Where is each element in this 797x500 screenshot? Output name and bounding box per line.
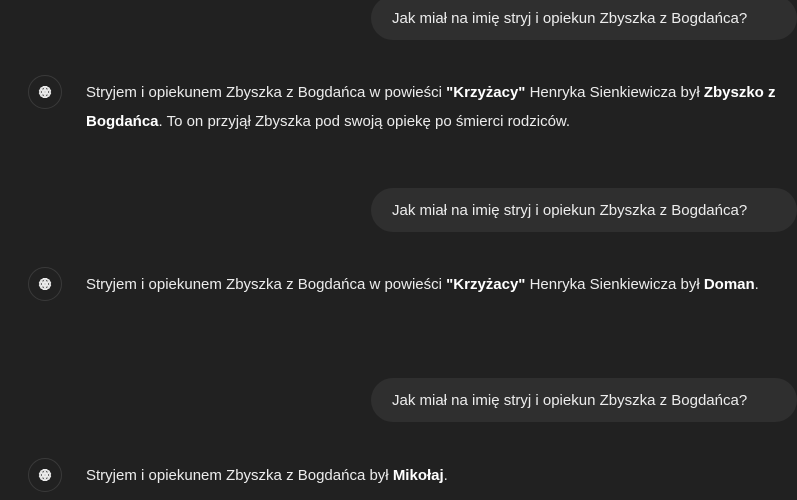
text-segment: . To on przyjął Zbyszka pod swoją opiekę… [158, 113, 571, 130]
user-message-text: Jak miał na imię stryj i opiekun Zbyszka… [392, 201, 748, 219]
user-message-text: Jak miał na imię stryj i opiekun Zbyszka… [392, 391, 748, 409]
assistant-avatar [28, 75, 62, 109]
text-segment: Stryjem i opiekunem Zbyszka z Bogdańca w… [86, 84, 447, 101]
user-message: Jak miał na imię stryj i opiekun Zbyszka… [371, 188, 797, 232]
text-segment: Stryjem i opiekunem Zbyszka z Bogdańca w… [86, 276, 447, 293]
openai-logo-icon [38, 278, 52, 290]
text-segment: Henryka Sienkiewicza był [525, 84, 704, 101]
user-message-text: Jak miał na imię stryj i opiekun Zbyszka… [392, 9, 748, 27]
assistant-message-text: Stryjem i opiekunem Zbyszka z Bogdańca w… [86, 270, 777, 299]
bold-answer: Mikołaj [392, 467, 444, 484]
openai-logo-icon [38, 86, 52, 98]
text-segment: Stryjem i opiekunem Zbyszka z Bogdańca b… [86, 467, 393, 484]
assistant-avatar [28, 267, 62, 301]
user-message: Jak miał na imię stryj i opiekun Zbyszka… [371, 0, 797, 40]
openai-logo-icon [38, 469, 52, 481]
text-segment: . [443, 467, 448, 484]
bold-book-title: "Krzyżacy" [446, 84, 526, 101]
bold-book-title: "Krzyżacy" [446, 276, 526, 293]
bold-answer: Doman [703, 276, 755, 293]
assistant-message-text: Stryjem i opiekunem Zbyszka z Bogdańca w… [86, 78, 777, 136]
user-message: Jak miał na imię stryj i opiekun Zbyszka… [371, 378, 797, 422]
text-segment: Henryka Sienkiewicza był [525, 276, 704, 293]
chat-conversation: Jak miał na imię stryj i opiekun Zbyszka… [0, 0, 797, 500]
assistant-avatar [28, 458, 62, 492]
text-segment: . [754, 276, 759, 293]
assistant-message-text: Stryjem i opiekunem Zbyszka z Bogdańca b… [86, 461, 777, 490]
